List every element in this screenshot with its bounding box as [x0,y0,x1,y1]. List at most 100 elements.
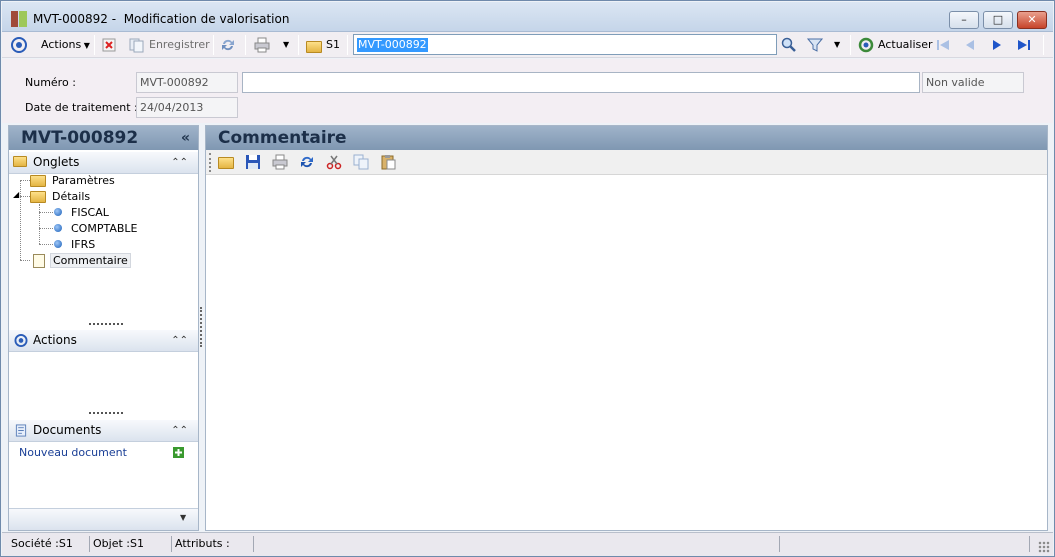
toolbar-separator [1043,35,1044,55]
status-empty-pane [780,536,1030,552]
description-field[interactable] [242,72,920,93]
tabs-section-header[interactable]: Onglets ⌃⌃ [9,152,198,174]
collapse-section-icon[interactable]: ⌃⌃ [171,330,188,351]
actions-target-icon[interactable] [11,37,27,53]
folder-icon [13,156,27,167]
save-icon[interactable] [245,154,261,170]
toolbar-grip [209,153,211,172]
app-icon [11,11,27,27]
company-folder-icon [306,41,322,53]
comment-text-area[interactable] [206,176,1047,530]
minimize-button[interactable]: – [949,11,979,29]
actions-section-header[interactable]: Actions ⌃⌃ [9,330,198,352]
maximize-button[interactable]: □ [983,11,1013,29]
toolbar-separator [245,35,246,55]
toolbar-separator [850,35,851,55]
sync-icon[interactable] [299,154,315,170]
actions-target-icon [14,334,28,347]
resize-grip-icon[interactable] [1038,541,1050,553]
next-record-icon[interactable] [989,37,1005,53]
previous-record-icon[interactable] [962,37,978,53]
paste-icon[interactable] [380,154,396,170]
chevron-down-icon: ▼ [81,41,90,50]
documents-section-header[interactable]: Documents ⌃⌃ [9,420,198,442]
new-document-link[interactable]: Nouveau document [19,446,127,459]
actions-menu-label: Actions [41,38,82,51]
tree-connector [20,196,30,197]
tree-item-details[interactable]: Détails [52,190,90,203]
first-record-icon[interactable] [935,37,951,53]
tree-connector [20,180,21,260]
tabs-section-label: Onglets [33,155,80,169]
date-field: 24/04/2013 [136,97,238,118]
copy-icon[interactable] [353,154,369,170]
left-navigation-panel: MVT-000892 « Onglets ⌃⌃ Paramètres ◢ Dét… [8,125,199,531]
toolbar-separator [347,35,348,55]
main-content-panel: Commentaire [205,125,1048,531]
print-icon[interactable] [254,37,270,53]
tree-item-fiscal[interactable]: FISCAL [71,206,109,219]
application-window: MVT-000892 - Modification de valorisatio… [0,0,1055,557]
cut-icon[interactable] [326,154,342,170]
bullet-icon [54,224,62,232]
search-icon[interactable] [781,37,797,53]
tree-item-comptable[interactable]: COMPTABLE [71,222,137,235]
tree-expand-icon[interactable]: ◢ [13,190,19,199]
status-societe: Société :S1 [8,536,90,552]
save-button[interactable]: Enregistrer [149,36,210,54]
print-icon[interactable] [272,154,288,170]
search-input-value: MVT-000892 [357,38,428,52]
save-icon [129,38,144,53]
window-title: MVT-000892 - Modification de valorisatio… [33,12,290,26]
folder-icon [30,175,46,187]
panel-splitter[interactable] [200,307,202,347]
numero-label: Numéro : [25,76,76,89]
search-input[interactable]: MVT-000892 [353,34,777,55]
last-record-icon[interactable] [1016,37,1032,53]
record-header: Numéro : MVT-000892 Non valide Date de t… [2,59,1053,123]
open-folder-icon[interactable] [218,157,234,169]
tree-connector [39,212,53,213]
filter-icon[interactable] [807,37,823,53]
documents-section-label: Documents [33,423,102,437]
toolbar-separator [298,35,299,55]
tree-item-commentaire[interactable]: Commentaire [50,253,131,268]
tree-item-ifrs[interactable]: IFRS [71,238,95,251]
status-empty-pane [254,536,780,552]
tree-item-parametres[interactable]: Paramètres [52,174,115,187]
main-panel-title: Commentaire [206,126,1047,150]
bullet-icon [54,208,62,216]
collapse-section-icon[interactable]: ⌃⌃ [171,152,188,173]
collapse-panel-icon[interactable]: « [181,126,190,150]
delete-icon[interactable] [101,37,117,53]
document-icon [33,254,45,268]
main-toolbar: Actions ▼ Enregistrer ▼ S1 MVT-000892 ▼ … [2,32,1053,58]
refresh-button[interactable]: Actualiser [878,36,933,54]
comment-toolbar [206,150,1047,175]
documents-icon [15,424,27,437]
collapse-section-icon[interactable]: ⌃⌃ [171,420,188,441]
title-bar: MVT-000892 - Modification de valorisatio… [2,2,1053,32]
bullet-icon [54,240,62,248]
resize-grip[interactable] [89,412,123,414]
left-panel-title: MVT-000892 « [9,126,198,150]
print-dropdown-chevron-icon[interactable]: ▼ [283,36,289,54]
actions-menu[interactable]: Actions ▼ [41,36,90,54]
tree-connector [39,244,53,245]
resize-grip[interactable] [89,323,123,325]
status-objet: Objet :S1 [90,536,172,552]
status-attributs: Attributs : [172,536,254,552]
sync-icon[interactable] [220,37,236,53]
add-icon[interactable] [173,447,184,458]
left-panel-title-text: MVT-000892 [21,128,139,148]
filter-dropdown-chevron-icon[interactable]: ▼ [834,36,840,54]
toolbar-separator [94,35,95,55]
expand-more-icon[interactable]: ▼ [180,513,186,522]
company-selector[interactable]: S1 [326,36,340,54]
tree-connector [39,228,53,229]
folder-icon [30,191,46,203]
close-button[interactable]: ✕ [1017,11,1047,29]
tree-connector [39,204,40,244]
tree-connector [20,260,30,261]
date-label: Date de traitement : [25,101,138,114]
